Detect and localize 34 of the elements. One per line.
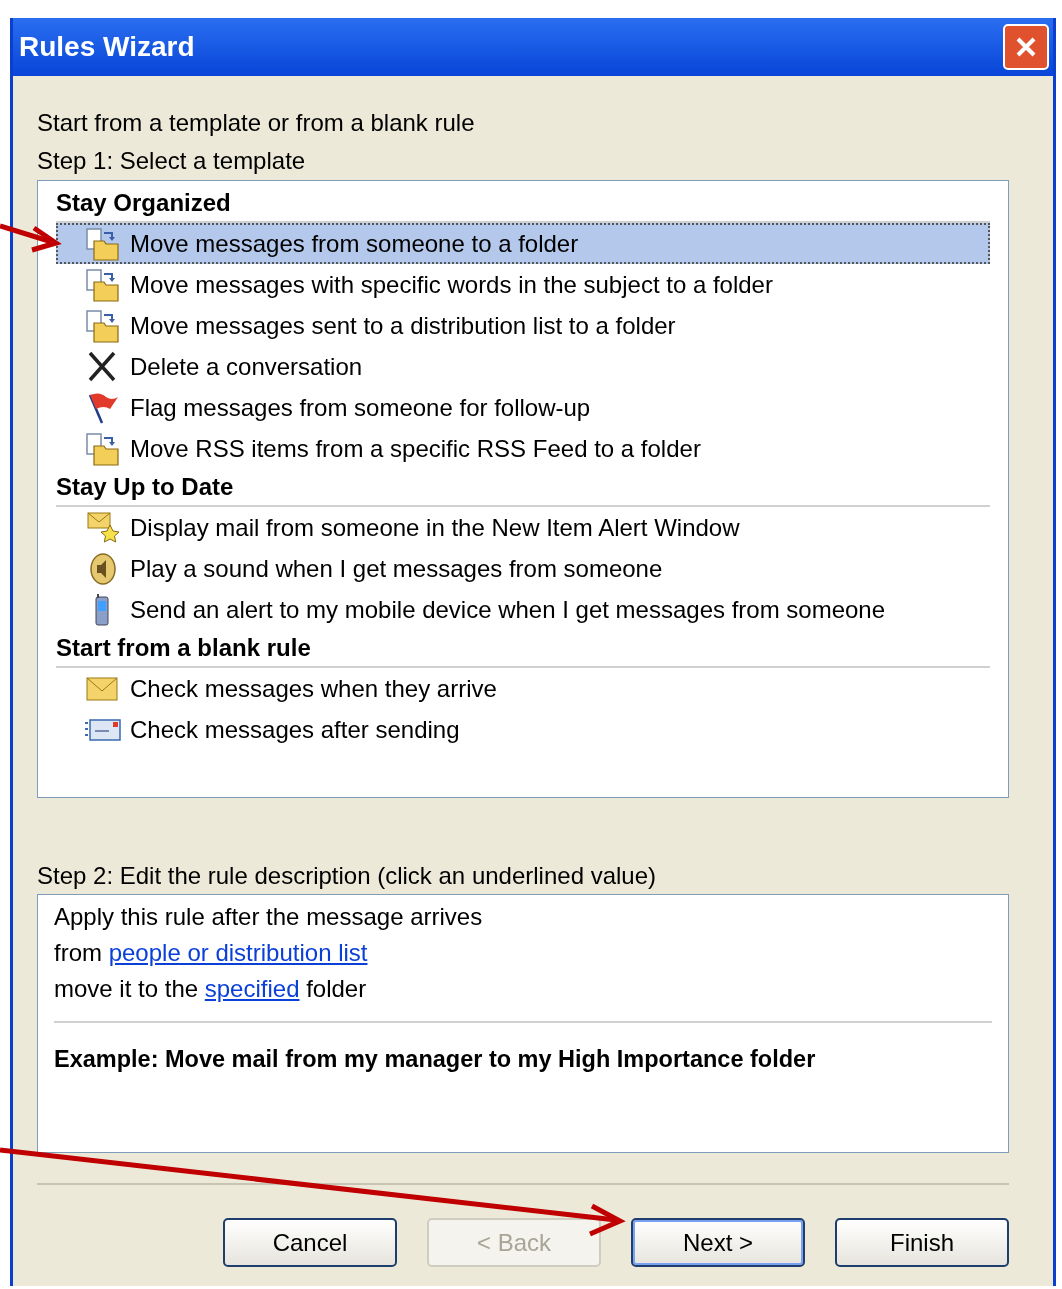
template-item[interactable]: Check messages after sending — [56, 709, 990, 750]
close-button[interactable] — [1003, 24, 1049, 70]
dialog-button[interactable]: Cancel — [223, 1218, 397, 1267]
folder-move-icon — [84, 267, 122, 302]
template-item[interactable]: Move messages sent to a distribution list to a folder — [56, 305, 990, 346]
description-line: move it to the specified folder — [54, 974, 368, 1004]
close-icon — [1014, 35, 1038, 59]
folder-move-icon — [84, 308, 122, 343]
description-line: from people or distribution list — [54, 938, 369, 968]
window-title: Rules Wizard — [19, 30, 195, 64]
template-item[interactable]: Flag messages from someone for follow-up — [56, 387, 990, 428]
template-item[interactable]: Delete a conversation — [56, 346, 990, 387]
template-item[interactable]: Move RSS items from a specific RSS Feed to a folder — [56, 428, 990, 469]
intro-text: Start from a template or from a blank rule — [37, 108, 476, 138]
group-heading: Stay Up to Date — [56, 469, 990, 507]
template-item[interactable]: Display mail from someone in the New Item Alert Window — [56, 507, 990, 548]
dialog-button[interactable]: Next > — [631, 1218, 805, 1267]
value-link[interactable]: specified — [204, 975, 300, 1002]
template-item[interactable]: Check messages when they arrive — [56, 668, 990, 709]
template-item[interactable]: Play a sound when I get messages from someone — [56, 548, 990, 589]
group-heading: Start from a blank rule — [56, 630, 990, 668]
template-item[interactable]: Move messages from someone to a folder — [56, 223, 990, 264]
template-item[interactable]: Move messages with specific words in the subject to a folder — [56, 264, 990, 305]
folder-move-icon — [84, 226, 122, 261]
annotation-arrow — [0, 223, 62, 253]
step-label: Step 2: Edit the rule description (click an underlined value) — [37, 861, 657, 891]
value-link[interactable]: people or distribution list — [108, 939, 368, 966]
envelope-star-icon — [84, 510, 122, 545]
example-text: Example: Move mail from my manager to my High Importance folder — [54, 1046, 816, 1072]
template-item[interactable]: Send an alert to my mobile device when I get messages from someone — [56, 589, 990, 630]
folder-move-icon — [84, 431, 122, 466]
dialog-button[interactable]: Finish — [835, 1218, 1009, 1267]
description-line: Apply this rule after the message arrives — [54, 902, 484, 932]
step-label: Step 1: Select a template — [37, 146, 307, 176]
